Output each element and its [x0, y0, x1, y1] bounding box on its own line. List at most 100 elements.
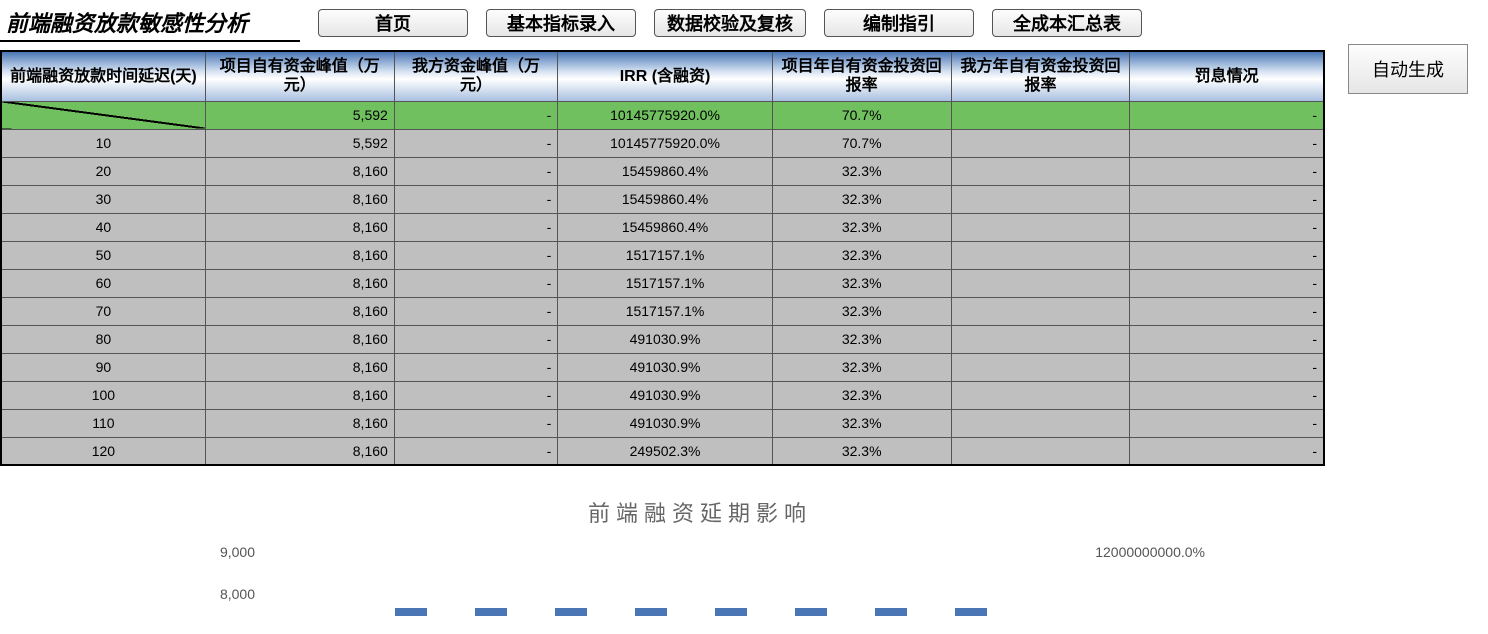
cell[interactable]: 8,160	[205, 241, 394, 269]
cell[interactable]: -	[1130, 129, 1324, 157]
table-row[interactable]: 105,592-10145775920.0%70.7%-	[1, 129, 1324, 157]
cell[interactable]: 491030.9%	[558, 381, 773, 409]
cell[interactable]: -	[1130, 185, 1324, 213]
cell[interactable]: -	[394, 213, 557, 241]
cell[interactable]: 491030.9%	[558, 409, 773, 437]
cell[interactable]	[951, 381, 1130, 409]
cell[interactable]	[951, 101, 1130, 129]
table-row[interactable]: 1108,160-491030.9%32.3%-	[1, 409, 1324, 437]
cell[interactable]: 8,160	[205, 409, 394, 437]
nav-guide-button[interactable]: 编制指引	[824, 9, 974, 37]
cell[interactable]: 8,160	[205, 325, 394, 353]
cell[interactable]: 32.3%	[772, 381, 951, 409]
cell[interactable]: 491030.9%	[558, 353, 773, 381]
cell[interactable]: 8,160	[205, 269, 394, 297]
cell[interactable]: -	[1130, 241, 1324, 269]
cell[interactable]: -	[1130, 325, 1324, 353]
table-row[interactable]: 508,160-1517157.1%32.3%-	[1, 241, 1324, 269]
cell[interactable]: 8,160	[205, 213, 394, 241]
cell[interactable]: 8,160	[205, 297, 394, 325]
cell[interactable]: 32.3%	[772, 157, 951, 185]
cell[interactable]: -	[394, 269, 557, 297]
table-row[interactable]: 308,160-15459860.4%32.3%-	[1, 185, 1324, 213]
cell[interactable]: 32.3%	[772, 213, 951, 241]
cell[interactable]	[951, 185, 1130, 213]
cell[interactable]: -	[394, 409, 557, 437]
cell[interactable]: -	[1130, 353, 1324, 381]
cell[interactable]: -	[1130, 213, 1324, 241]
cell[interactable]: 20	[1, 157, 205, 185]
cell[interactable]: -	[394, 381, 557, 409]
cell[interactable]: -	[394, 353, 557, 381]
cell[interactable]: -	[394, 129, 557, 157]
cell[interactable]: -	[394, 437, 557, 465]
cell[interactable]	[951, 213, 1130, 241]
cell[interactable]	[951, 269, 1130, 297]
table-row[interactable]: 708,160-1517157.1%32.3%-	[1, 297, 1324, 325]
cell[interactable]: 8,160	[205, 437, 394, 465]
cell[interactable]	[951, 353, 1130, 381]
cell[interactable]: 120	[1, 437, 205, 465]
cell[interactable]: -	[394, 297, 557, 325]
cell[interactable]: 32.3%	[772, 241, 951, 269]
cell[interactable]: 32.3%	[772, 269, 951, 297]
cell[interactable]: 249502.3%	[558, 437, 773, 465]
cell[interactable]: 15459860.4%	[558, 213, 773, 241]
cell[interactable]: 5,592	[205, 129, 394, 157]
cell[interactable]: 32.3%	[772, 353, 951, 381]
cell[interactable]: -	[394, 157, 557, 185]
auto-generate-button[interactable]: 自动生成	[1348, 44, 1468, 94]
cell[interactable]: 8,160	[205, 381, 394, 409]
cell[interactable]: -	[394, 101, 557, 129]
table-row[interactable]: 1008,160-491030.9%32.3%-	[1, 381, 1324, 409]
cell[interactable]: 80	[1, 325, 205, 353]
cell[interactable]: 32.3%	[772, 409, 951, 437]
nav-summary-button[interactable]: 全成本汇总表	[992, 9, 1142, 37]
table-row[interactable]: 1208,160-249502.3%32.3%-	[1, 437, 1324, 465]
cell[interactable]: 10145775920.0%	[558, 129, 773, 157]
table-row[interactable]: 408,160-15459860.4%32.3%-	[1, 213, 1324, 241]
cell[interactable]: 50	[1, 241, 205, 269]
cell[interactable]	[1, 101, 205, 129]
cell[interactable]	[951, 241, 1130, 269]
cell[interactable]: 60	[1, 269, 205, 297]
cell[interactable]: 32.3%	[772, 325, 951, 353]
cell[interactable]: 70	[1, 297, 205, 325]
cell[interactable]: 1517157.1%	[558, 269, 773, 297]
cell[interactable]: 10145775920.0%	[558, 101, 773, 129]
table-row[interactable]: 808,160-491030.9%32.3%-	[1, 325, 1324, 353]
cell[interactable]: -	[394, 241, 557, 269]
cell[interactable]: -	[1130, 437, 1324, 465]
nav-validate-button[interactable]: 数据校验及复核	[654, 9, 806, 37]
cell[interactable]	[951, 325, 1130, 353]
cell[interactable]: -	[394, 185, 557, 213]
cell[interactable]: -	[394, 325, 557, 353]
cell[interactable]	[951, 437, 1130, 465]
cell[interactable]: 32.3%	[772, 185, 951, 213]
cell[interactable]: -	[1130, 101, 1324, 129]
cell[interactable]: 1517157.1%	[558, 297, 773, 325]
cell[interactable]: -	[1130, 381, 1324, 409]
cell[interactable]	[951, 297, 1130, 325]
nav-home-button[interactable]: 首页	[318, 9, 468, 37]
cell[interactable]: 32.3%	[772, 297, 951, 325]
cell[interactable]	[951, 157, 1130, 185]
cell[interactable]: 8,160	[205, 157, 394, 185]
table-row[interactable]: 608,160-1517157.1%32.3%-	[1, 269, 1324, 297]
cell[interactable]: 1517157.1%	[558, 241, 773, 269]
cell[interactable]: 15459860.4%	[558, 157, 773, 185]
cell[interactable]: 90	[1, 353, 205, 381]
cell[interactable]: -	[1130, 297, 1324, 325]
cell[interactable]: 30	[1, 185, 205, 213]
cell[interactable]: 100	[1, 381, 205, 409]
table-row[interactable]: 908,160-491030.9%32.3%-	[1, 353, 1324, 381]
cell[interactable]: 8,160	[205, 185, 394, 213]
cell[interactable]: 15459860.4%	[558, 185, 773, 213]
cell[interactable]: -	[1130, 157, 1324, 185]
cell[interactable]: 70.7%	[772, 129, 951, 157]
cell[interactable]: 5,592	[205, 101, 394, 129]
cell[interactable]: 40	[1, 213, 205, 241]
cell[interactable]	[951, 129, 1130, 157]
cell[interactable]: -	[1130, 269, 1324, 297]
table-row[interactable]: 5,592-10145775920.0%70.7%-	[1, 101, 1324, 129]
